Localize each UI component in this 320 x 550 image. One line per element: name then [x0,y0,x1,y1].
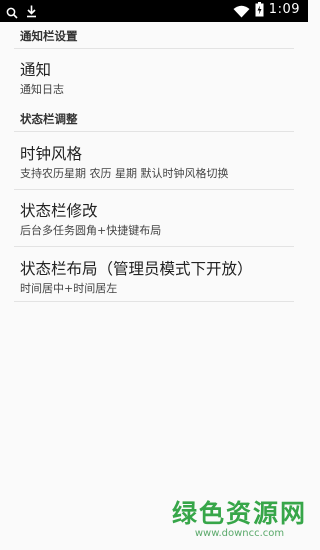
watermark-title: 绿色资源网 [172,499,308,528]
section-header-notification-bar: 通知栏设置 [20,29,78,43]
battery-icon [255,2,264,17]
pref-summary: 后台多任务圆角+快捷键布局 [20,224,162,237]
pref-title: 状态栏修改 [20,202,98,220]
pref-summary: 通知日志 [20,83,64,96]
pref-title: 状态栏布局（管理员模式下开放） [20,260,253,278]
item-divider [14,189,294,190]
watermark: 绿色资源网 www.downcc.com [172,494,307,539]
search-icon [6,4,18,19]
pref-status-bar-modify[interactable]: 状态栏修改 后台多任务圆角+快捷键布局 [14,194,294,244]
pref-title: 时钟风格 [20,145,83,163]
section-divider [14,48,294,49]
settings-list: 通知栏设置 通知 通知日志 状态栏调整 时钟风格 支持农历星期 农历 星期 默认… [0,22,308,550]
status-bar: 1:09 [0,0,308,22]
section-header-status-bar: 状态栏调整 [20,112,78,126]
section-divider [14,131,294,132]
status-right-icons: 1:09 [233,2,300,18]
status-time: 1:09 [268,2,300,17]
pref-status-bar-layout[interactable]: 状态栏布局（管理员模式下开放） 时间居中+时间居左 [14,251,294,301]
pref-clock-style[interactable]: 时钟风格 支持农历星期 农历 星期 默认时钟风格切换 [14,136,294,186]
item-divider [14,301,294,302]
item-divider [14,246,294,247]
download-icon [26,3,37,18]
pref-summary: 支持农历星期 农历 星期 默认时钟风格切换 [20,167,229,180]
pref-summary: 时间居中+时间居左 [20,282,118,295]
wifi-icon [233,3,250,18]
pref-title: 通知 [20,61,52,79]
status-left-icons [6,3,37,19]
pref-notification[interactable]: 通知 通知日志 [14,52,294,100]
